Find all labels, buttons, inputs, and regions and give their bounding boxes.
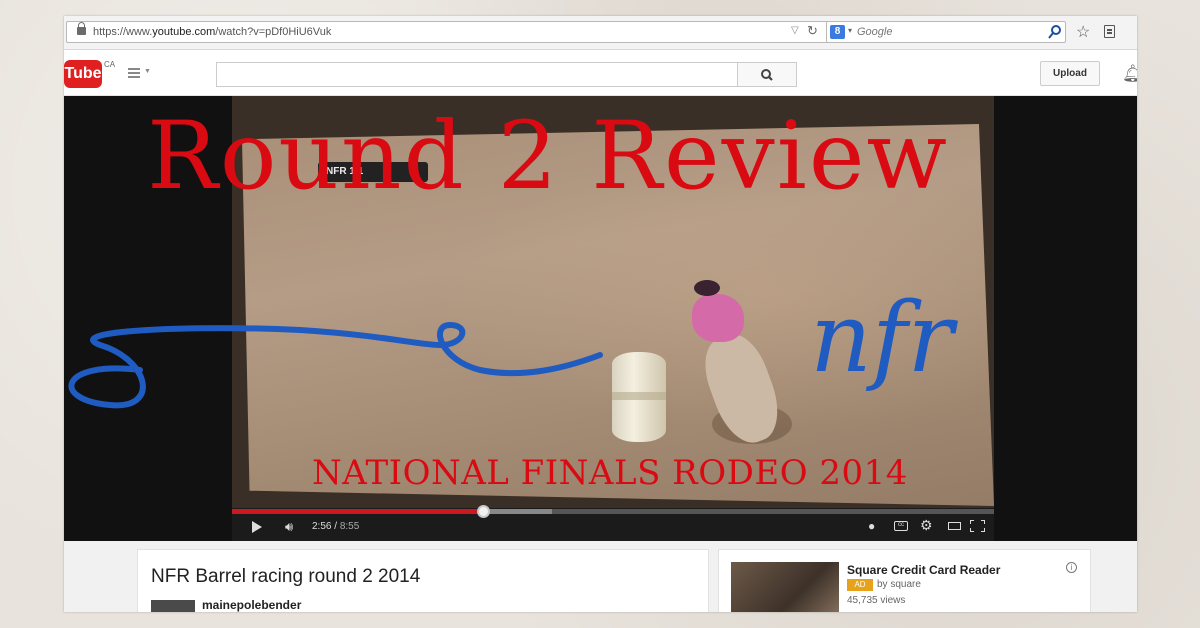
channel-name[interactable]: mainepolebender <box>202 598 301 612</box>
barrel <box>612 352 666 442</box>
watch-page-content: NFR Barrel racing round 2 2014 mainepole… <box>64 541 1137 612</box>
fullscreen-icon[interactable] <box>970 520 985 532</box>
ad-card[interactable]: Square Credit Card Reader AD by square 4… <box>718 549 1091 612</box>
upload-button[interactable]: Upload <box>1040 61 1100 86</box>
notification-bell-icon[interactable]: 🔔︎ <box>1122 64 1137 84</box>
clipboard-icon[interactable] <box>1104 25 1115 38</box>
youtube-header: Tube CA ▼ Upload 🔔︎ <box>64 50 1137 96</box>
player-controls: 🔊︎ 2:56 / 8:55 ● cc ⚙︎ <box>232 505 994 541</box>
info-icon[interactable]: i <box>1066 562 1077 573</box>
ad-views: 45,735 views <box>847 595 906 606</box>
video-title: NFR Barrel racing round 2 2014 <box>151 566 421 587</box>
search-icon <box>761 69 773 81</box>
browser-search-box[interactable]: 8 ▾ Google <box>826 21 1066 43</box>
current-time: 2:56 <box>312 521 332 532</box>
rider-hat <box>694 280 720 296</box>
engine-dropdown-icon[interactable]: ▾ <box>848 26 852 35</box>
search-button[interactable] <box>738 62 797 87</box>
menu-icon[interactable] <box>128 68 140 78</box>
youtube-logo[interactable]: Tube <box>64 60 102 88</box>
google-icon[interactable]: 8 <box>830 25 845 39</box>
lock-icon <box>77 22 86 35</box>
ad-badge: AD <box>847 579 873 591</box>
time-display: 2:56 / 8:55 <box>312 521 360 532</box>
url-dropdown-icon[interactable]: ▽ <box>791 25 799 36</box>
captions-icon[interactable]: cc <box>894 521 908 531</box>
avatar[interactable] <box>151 600 195 612</box>
overlay-subtitle: NATIONAL FINALS RODEO 2014 <box>312 453 908 493</box>
ad-title[interactable]: Square Credit Card Reader <box>847 563 1000 577</box>
progress-bar[interactable] <box>232 505 994 518</box>
search-input[interactable] <box>216 62 738 87</box>
watch-later-icon[interactable]: ● <box>868 519 875 533</box>
address-bar[interactable]: https://www.youtube.com/watch?v=pDf0HiU6… <box>66 21 886 43</box>
ad-thumbnail[interactable] <box>731 562 839 612</box>
theater-mode-icon[interactable] <box>948 522 961 530</box>
nfr-logo: nfr <box>810 282 954 394</box>
chevron-down-icon[interactable]: ▼ <box>144 68 151 75</box>
play-icon[interactable] <box>252 521 262 533</box>
volume-icon[interactable]: 🔊︎ <box>285 519 293 535</box>
bookmark-star-icon[interactable]: ☆ <box>1076 22 1090 42</box>
progress-fill <box>232 509 484 514</box>
scrubber-handle[interactable] <box>477 505 491 518</box>
rider <box>692 294 744 342</box>
browser-toolbar: https://www.youtube.com/watch?v=pDf0HiU6… <box>64 16 1137 50</box>
search-icon[interactable] <box>1047 24 1063 40</box>
video-info-card: NFR Barrel racing round 2 2014 mainepole… <box>137 549 709 612</box>
url-text[interactable]: https://www.youtube.com/watch?v=pDf0HiU6… <box>93 26 331 38</box>
reload-icon[interactable]: ↻ <box>807 23 818 39</box>
overlay-title: Round 2 Review <box>147 102 949 211</box>
region-label: CA <box>104 60 116 69</box>
gear-icon[interactable]: ⚙︎ <box>920 517 933 534</box>
duration: 8:55 <box>339 521 360 532</box>
ad-advertiser: by square <box>877 579 921 590</box>
search-placeholder: Google <box>857 26 893 38</box>
